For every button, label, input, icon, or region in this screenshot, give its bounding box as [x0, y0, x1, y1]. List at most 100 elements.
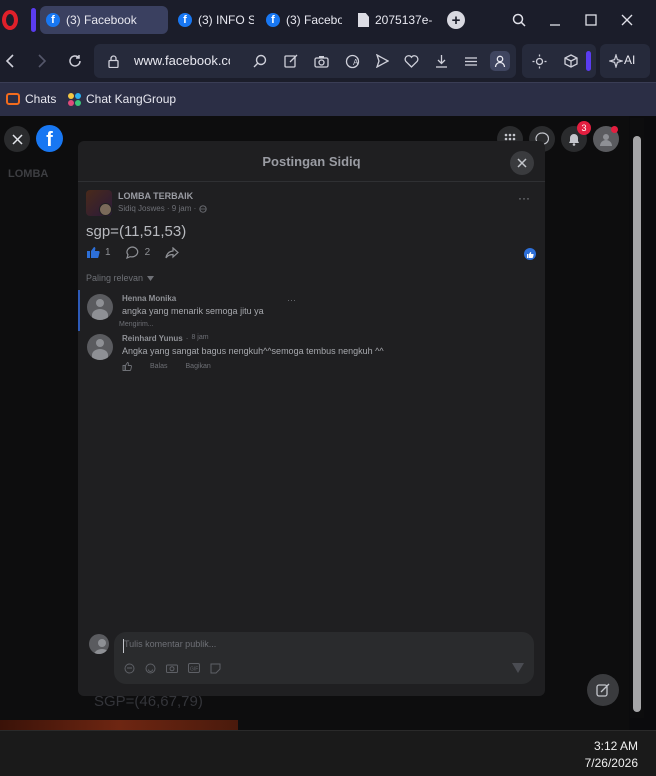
gif-icon[interactable]: GIF: [188, 662, 200, 674]
aria-ai-button[interactable]: AI: [600, 44, 650, 78]
like-count: 1: [105, 247, 111, 258]
facebook-page: f 3 LOMBA SGP=(46,67,79) Postingan Sidiq…: [0, 116, 629, 730]
taskbar-time[interactable]: 3:12 AM: [594, 739, 638, 753]
dialog-title: Postingan Sidiq: [262, 154, 361, 169]
search-tabs-icon[interactable]: [509, 10, 529, 30]
url-text[interactable]: www.facebook.com: [134, 53, 230, 68]
taskbar-date[interactable]: 7/26/2026: [585, 756, 638, 770]
tab-info-slot[interactable]: f (3) INFO SLOT: [172, 6, 254, 34]
lock-icon[interactable]: [103, 51, 123, 71]
tab-label: (3) INFO SLOT: [198, 13, 254, 27]
comment-like-icon[interactable]: [122, 362, 132, 371]
commenter-avatar[interactable]: [87, 334, 113, 360]
reload-button[interactable]: [65, 51, 85, 71]
zoom-icon[interactable]: [250, 51, 270, 71]
tab-facebook[interactable]: f (3) Facebook: [260, 6, 342, 34]
share-comment-button[interactable]: Bagikan: [186, 363, 211, 370]
tab-label: (3) Facebook: [286, 13, 342, 27]
screen: f (3) Facebook f (3) INFO SLOT f (3) Fac…: [0, 0, 656, 776]
page-scrollbar[interactable]: [630, 118, 644, 718]
bookmarks-bar: Chats Chat KangGroup: [0, 82, 656, 116]
maximize-button[interactable]: [581, 10, 601, 30]
comment-sort-dropdown[interactable]: Paling relevan: [86, 273, 155, 283]
close-viewer-button[interactable]: [4, 126, 30, 152]
send-comment-icon[interactable]: [512, 662, 524, 674]
edit-page-icon[interactable]: [281, 51, 301, 71]
globe-icon: [199, 204, 207, 213]
facebook-favicon-icon: f: [46, 13, 60, 27]
scrollbar-thumb[interactable]: [633, 136, 641, 712]
group-avatar[interactable]: [86, 190, 112, 216]
comment-text: angka yang menarik semoga jitu ya: [122, 306, 264, 316]
avatar-sticker-icon[interactable]: [123, 662, 135, 674]
easy-setup-icon[interactable]: [461, 51, 481, 71]
comment-status: Mengirim...: [119, 321, 154, 328]
pending-comment-indicator: [78, 290, 80, 331]
reply-button[interactable]: Balas: [150, 363, 168, 370]
tab-label: (3) Facebook: [66, 13, 137, 27]
profile-icon[interactable]: [490, 51, 510, 71]
bookmark-chat-kanggroup[interactable]: Chat KangGroup: [68, 92, 176, 106]
send-icon[interactable]: [372, 51, 392, 71]
extensions-cube-icon[interactable]: [561, 51, 581, 71]
browser-tab-bar: f (3) Facebook f (3) INFO SLOT f (3) Fac…: [0, 0, 656, 40]
bookmark-label: Chats: [25, 92, 57, 106]
group-name[interactable]: LOMBA TERBAIK: [118, 191, 193, 201]
account-alert-dot: [611, 126, 618, 133]
share-icon[interactable]: [165, 246, 180, 259]
like-icon[interactable]: [86, 246, 100, 259]
post-dialog: Postingan Sidiq LOMBA TERBAIK Sidiq Josw…: [78, 141, 545, 696]
emoji-icon[interactable]: [144, 662, 156, 674]
download-icon[interactable]: [431, 51, 451, 71]
theme-sun-icon[interactable]: [529, 51, 549, 71]
background-post-image: [0, 720, 238, 730]
comment-author[interactable]: Reinhard Yunus: [122, 334, 183, 343]
document-icon: [358, 13, 369, 27]
post-stats: 1 2: [86, 246, 180, 259]
bookmark-label: Chat KangGroup: [86, 92, 177, 106]
comment-author[interactable]: Henna Monika: [122, 294, 176, 303]
opera-logo-icon[interactable]: [2, 10, 18, 30]
svg-text:A: A: [353, 58, 359, 67]
dialog-divider: [78, 181, 545, 182]
comment-options-icon[interactable]: ···: [287, 296, 296, 305]
tab-facebook-active[interactable]: f (3) Facebook: [40, 6, 168, 34]
chevron-down-icon: [147, 275, 155, 281]
post-options-icon[interactable]: ···: [518, 192, 532, 207]
like-reaction-icon[interactable]: [524, 248, 536, 260]
author-mini-avatar: [99, 203, 112, 216]
kanggroup-icon: [68, 92, 81, 106]
camera-icon[interactable]: [166, 662, 178, 674]
address-bar-row: www.facebook.com A: [0, 40, 656, 82]
snapshot-camera-icon[interactable]: [311, 51, 331, 71]
comment-count: 2: [144, 247, 151, 258]
chat-bubble-icon: [6, 93, 20, 105]
tab-label: 2075137e-: [375, 13, 433, 27]
translate-icon[interactable]: A: [342, 51, 362, 71]
sidebar-accent: [31, 8, 36, 32]
current-user-avatar: [89, 634, 109, 654]
tab-document[interactable]: 2075137e-: [352, 6, 436, 34]
back-button[interactable]: [0, 51, 20, 71]
post-meta: Sidiq Joswes · 9 jam ·: [118, 204, 207, 213]
comment-icon[interactable]: [125, 246, 140, 259]
sort-label: Paling relevan: [86, 273, 144, 283]
close-window-button[interactable]: [617, 10, 637, 30]
close-dialog-button[interactable]: [510, 151, 534, 175]
facebook-favicon-icon: f: [178, 13, 192, 27]
forward-button[interactable]: [32, 51, 52, 71]
new-tab-button[interactable]: +: [447, 11, 465, 29]
sticker-icon[interactable]: [209, 662, 221, 674]
address-bar[interactable]: www.facebook.com A: [94, 44, 516, 78]
commenter-avatar[interactable]: [87, 294, 113, 320]
post-meta-text[interactable]: Sidiq Joswes · 9 jam ·: [118, 204, 196, 213]
minimize-button[interactable]: [545, 10, 565, 30]
facebook-logo-icon[interactable]: f: [36, 125, 63, 152]
new-message-button[interactable]: [587, 674, 619, 706]
comment-actions: Balas Bagikan: [122, 362, 211, 371]
comment-input[interactable]: Tulis komentar publik...: [124, 639, 216, 649]
comment-composer[interactable]: Tulis komentar publik... GIF: [114, 632, 534, 684]
heart-icon[interactable]: [401, 51, 421, 71]
bookmark-chats[interactable]: Chats: [6, 92, 56, 106]
comment-time[interactable]: 8 jam: [191, 334, 208, 343]
